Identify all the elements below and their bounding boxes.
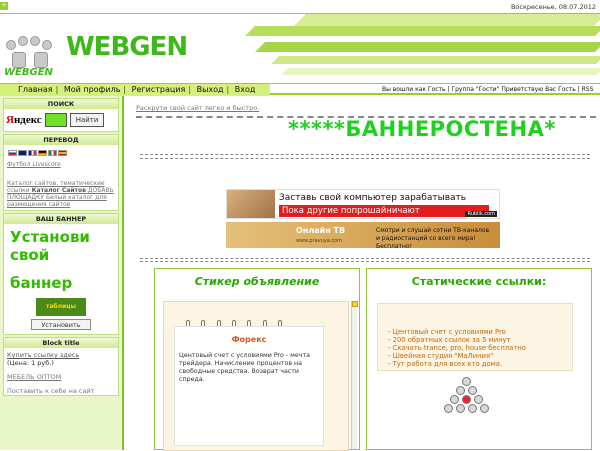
nav-item-home[interactable]: Главная [18,85,53,94]
sticker-title: Стикер объявление [155,275,359,288]
divider [140,261,590,262]
install-on-site-link[interactable]: Поставить к себе на сайт [4,381,118,395]
static-links-list: - Центовый счет с условиями Pro - 200 об… [377,303,573,371]
ad1-brand: Rublik.com [465,211,497,217]
main-menu: Главная| Мой профиль| Регистрация| Выход… [0,84,270,96]
nav-item-register[interactable]: Регистрация [132,85,186,94]
flag-it-icon[interactable] [48,150,57,156]
face-image [227,190,275,219]
decor-stripe [255,42,600,52]
search-block: ПОИСК Яндекс Найти [3,98,119,132]
static-links-box: Статические ссылки: - Центовый счет с ус… [366,268,592,450]
buy-link[interactable]: Купить ссылку здесь [4,348,118,359]
search-input[interactable] [45,113,67,127]
divider [140,154,590,155]
banner-promo-line2: баннер [4,264,118,292]
flag-de-icon[interactable] [38,150,47,156]
user-info: Вы вошли как Гость | Группа "Гости" Прив… [382,86,593,93]
left-sidebar: ПОИСК Яндекс Найти ПЕРЕВОД Футбол Livesc… [0,96,124,450]
site-header: WEBGEN WEBGEN [0,14,600,84]
divider [140,158,590,159]
decor-stripe [294,14,600,26]
ad2-desc: Смотри и слушай сотни ТВ-каналов и радио… [376,227,494,248]
logo-figures-icon [6,30,62,70]
banner-image[interactable]: таблицы [36,298,86,316]
translate-block: ПЕРЕВОД Футбол Livescore Каталог сайтов,… [3,134,119,211]
yandex-logo: Яндекс [6,114,42,126]
tagline-link[interactable]: Раскрути свой сайт легко и быстро. [136,104,259,112]
ad1-line1: Заставь свой компьютер зарабатывать [279,193,466,203]
banner-block: ВАШ БАННЕР Установи свой баннер таблицы … [3,213,119,335]
main-content: Раскрути свой сайт легко и быстро. *****… [130,96,600,450]
static-links-title: Статические ссылки: [367,275,591,288]
flag-ru-icon[interactable] [8,150,17,156]
catalog-title[interactable]: Каталог Сайтов [32,187,86,194]
decor-stripe [271,56,600,64]
banner-promo-line1: Установи свой [4,224,118,264]
nav-item-profile[interactable]: Мой профиль [64,85,121,94]
site-logo-small: WEBGEN [4,67,53,78]
nav-item-logout[interactable]: Выход [197,85,224,94]
livescore-link[interactable]: Футбол Livescore [4,161,118,180]
ad-banner-tv[interactable]: Онлайн ТВ www.pravuya.com Смотри и слуша… [226,222,500,248]
decor-stripe [245,26,600,36]
block-title: Block title [4,338,118,348]
link-price: (Цена: 1 руб.) [4,359,118,367]
translate-title: ПЕРЕВОД [4,135,118,145]
flag-es-icon[interactable] [58,150,67,156]
ad2-url: www.pravuya.com [296,238,342,244]
search-title: ПОИСК [4,99,118,109]
note-title: Форекс [175,335,323,344]
top-bar: + Воскресенье, 08.07.2012 [0,0,600,14]
furniture-link[interactable]: МЕБЕЛЬ ОПТОМ [4,367,118,381]
ad2-title: Онлайн ТВ [296,226,345,235]
page-title: *****БАННЕРОСТЕНА* [288,117,556,141]
search-button[interactable]: Найти [70,113,105,127]
flags-row [4,145,118,161]
install-banner-button[interactable]: Установить [31,319,91,330]
static-link[interactable]: - Тут работа для всех кто дома. [388,360,572,368]
sticker-scrollbar[interactable] [351,301,357,449]
sticker-box: Стикер объявление Форекс Центовый счет с… [154,268,360,450]
catalog-text: Каталог сайтов, тематические ссылки Ката… [4,180,118,210]
ad1-line2: Пока другие попрошайничают [279,205,489,217]
decor-stripe [282,68,600,75]
static-link[interactable]: - Центовый счет с условиями Pro [388,328,572,336]
corner-icon: + [0,2,8,10]
sticker-area: Форекс Центовый счет с условиями Pro - м… [163,301,349,451]
static-link[interactable]: - 200 обратных ссылок за 5 минут [388,336,572,344]
site-logo-text[interactable]: WEBGEN [66,32,187,62]
static-link[interactable]: - Швейная студия "МаЛиния" [388,352,572,360]
link-block: Block title Купить ссылку здесь (Цена: 1… [3,337,119,396]
banner-title: ВАШ БАННЕР [4,214,118,224]
bowling-pins-image [437,377,497,433]
scroll-up-icon[interactable] [352,301,358,307]
ad-banner-rublik[interactable]: Заставь свой компьютер зарабатывать Пока… [226,189,500,219]
nav-item-login[interactable]: Вход [235,85,256,94]
nav-bar: Главная| Мой профиль| Регистрация| Выход… [0,83,600,95]
flag-uk-icon[interactable] [18,150,27,156]
search-form: Яндекс Найти [4,109,118,131]
static-link[interactable]: - Скачать trance, pro, house бесплатно [388,344,572,352]
flag-fr-icon[interactable] [28,150,37,156]
note-body: Центовый счет с условиями Pro - мечта тр… [175,344,323,384]
date-display: Воскресенье, 08.07.2012 [511,3,596,11]
divider [140,258,590,259]
sticker-note[interactable]: Форекс Центовый счет с условиями Pro - м… [174,326,324,446]
